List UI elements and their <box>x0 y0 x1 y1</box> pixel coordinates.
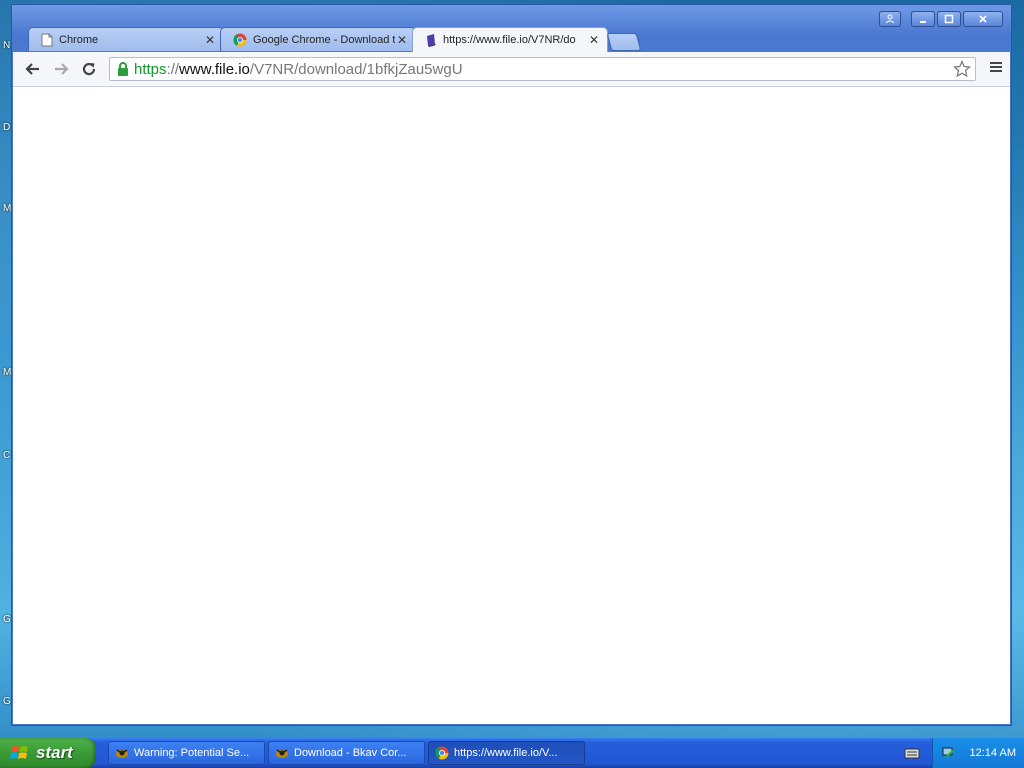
chrome-icon <box>233 33 247 46</box>
desktop-icon-label[interactable]: D <box>3 122 10 133</box>
url-text: https://www.file.io/V7NR/download/1bfkjZ… <box>134 61 463 78</box>
tab-file-io[interactable]: https://www.file.io/V7NR/do ✕ <box>412 27 608 52</box>
back-button[interactable] <box>19 55 47 83</box>
url-path: /V7NR/download/1bfkjZau5wgU <box>249 60 463 78</box>
profile-button[interactable] <box>879 11 901 27</box>
tab-strip: Chrome ✕ Google Chrome - Download t ✕ ht… <box>20 27 891 52</box>
desktop-icon-label[interactable]: N <box>3 40 10 51</box>
close-button[interactable] <box>963 11 1003 27</box>
forward-button[interactable] <box>47 55 75 83</box>
bookmark-star-icon[interactable] <box>953 60 971 81</box>
toolbar: https://www.file.io/V7NR/download/1bfkjZ… <box>13 52 1010 87</box>
taskbar-item-label: Download - Bkav Cor... <box>294 747 407 759</box>
windows-logo-icon <box>10 746 28 759</box>
address-bar[interactable]: https://www.file.io/V7NR/download/1bfkjZ… <box>109 57 976 81</box>
person-icon <box>885 14 895 24</box>
back-arrow-icon <box>25 63 39 75</box>
desktop-icon-label[interactable]: G <box>3 696 11 707</box>
close-icon <box>979 15 987 23</box>
system-tray: 12:14 AM <box>932 738 1024 768</box>
bkav-icon <box>276 749 288 758</box>
tab-chrome[interactable]: Chrome ✕ <box>28 27 224 51</box>
window-controls <box>879 11 1003 27</box>
taskbar-item-chrome[interactable]: https://www.file.io/V... <box>428 741 585 765</box>
taskbar-item-warning[interactable]: Warning: Potential Se... <box>108 741 265 765</box>
taskbar: start Warning: Potential Se... Download … <box>0 738 1024 768</box>
tab-close-icon[interactable]: ✕ <box>395 33 409 47</box>
tab-title: Chrome <box>59 33 99 46</box>
network-icon[interactable] <box>941 745 957 761</box>
tab-title: https://www.file.io/V7NR/do <box>443 34 576 46</box>
url-separator: :// <box>166 60 180 78</box>
start-label: start <box>36 743 73 762</box>
taskbar-item-label: Warning: Potential Se... <box>134 747 250 759</box>
tab-google-chrome-download[interactable]: Google Chrome - Download t ✕ <box>220 27 416 51</box>
lock-icon <box>118 62 128 76</box>
url-host: www.file.io <box>179 60 250 78</box>
reload-button[interactable] <box>75 55 103 83</box>
minimize-button[interactable] <box>911 11 935 27</box>
start-button[interactable]: start <box>0 738 96 768</box>
new-tab-button[interactable] <box>606 33 642 51</box>
chrome-menu-button[interactable] <box>988 59 1004 78</box>
tab-close-icon[interactable]: ✕ <box>203 33 217 47</box>
page-content[interactable] <box>13 87 1010 724</box>
maximize-icon <box>944 14 954 24</box>
hamburger-menu-icon <box>990 62 1002 72</box>
desktop-icon-label[interactable]: C <box>3 450 10 461</box>
taskbar-item-download-bkav[interactable]: Download - Bkav Cor... <box>268 741 425 765</box>
clock[interactable]: 12:14 AM <box>970 747 1016 759</box>
tab-close-icon[interactable]: ✕ <box>587 33 601 47</box>
forward-arrow-icon <box>55 63 69 75</box>
bkav-icon <box>116 749 128 758</box>
url-scheme: https <box>134 60 167 78</box>
page-icon <box>41 33 53 46</box>
chrome-icon <box>435 746 449 760</box>
desktop-icon-label[interactable]: G <box>3 614 11 625</box>
tab-title: Google Chrome - Download t <box>253 33 395 46</box>
chrome-window: Chrome ✕ Google Chrome - Download t ✕ ht… <box>11 4 1012 726</box>
maximize-button[interactable] <box>937 11 961 27</box>
reload-icon <box>82 62 96 76</box>
file-io-icon <box>427 34 436 47</box>
taskbar-item-label: https://www.file.io/V... <box>454 747 558 759</box>
minimize-icon <box>920 21 926 23</box>
keyboard-icon[interactable] <box>904 746 920 760</box>
